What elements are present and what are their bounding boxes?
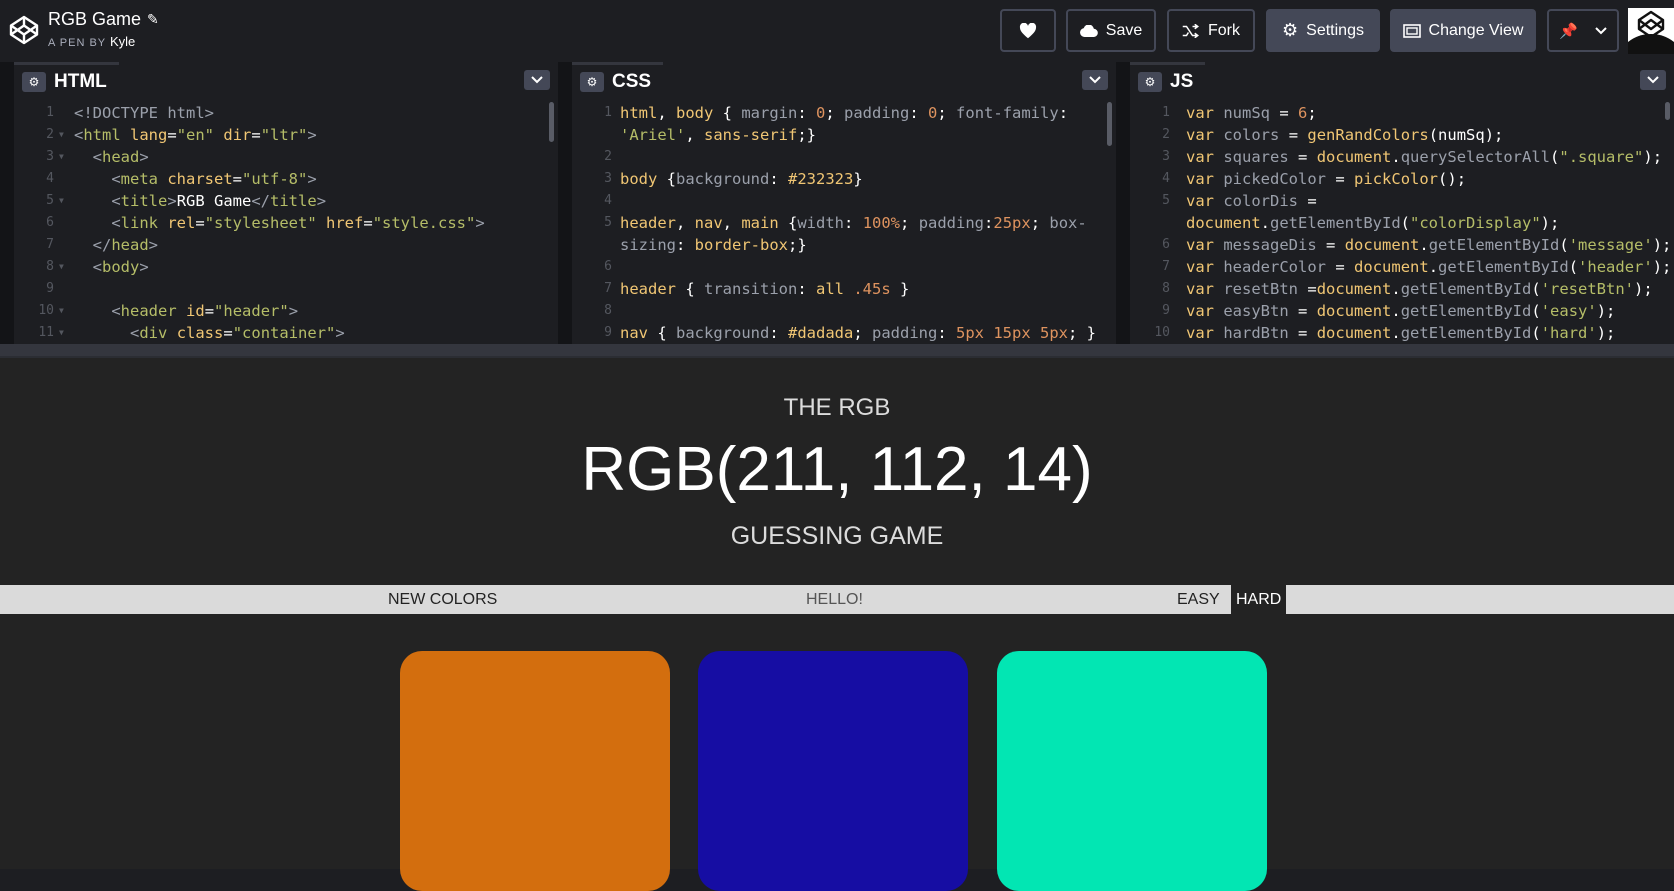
collapse-chevron-icon[interactable]: [1640, 70, 1666, 90]
preview-pane: THE RGB RGB(211, 112, 14) GUESSING GAME …: [0, 358, 1674, 891]
gear-icon: ⚙: [1282, 20, 1299, 40]
color-square[interactable]: [400, 651, 670, 891]
pen-title[interactable]: RGB Game: [48, 9, 141, 30]
change-view-button[interactable]: Change View: [1390, 9, 1536, 52]
editor-settings-gear-icon[interactable]: ⚙: [1138, 71, 1162, 92]
resize-gutter[interactable]: [0, 62, 14, 344]
heart-icon: [1019, 22, 1037, 38]
header-line-1: THE RGB: [783, 394, 891, 421]
pin-menu-button[interactable]: 📌: [1547, 9, 1619, 52]
html-editor-tab: ⚙ HTML: [14, 62, 119, 98]
css-editor-title: CSS: [612, 70, 652, 92]
collapse-chevron-icon[interactable]: [524, 70, 550, 90]
save-button[interactable]: Save: [1066, 9, 1156, 52]
new-colors-button[interactable]: NEW COLORS: [383, 585, 502, 614]
save-label: Save: [1105, 21, 1143, 39]
css-editor-header: ⚙ CSS: [572, 62, 1116, 98]
user-avatar[interactable]: [1628, 8, 1674, 54]
pen-title-block: RGB Game ✎ A PEN BY Kyle: [48, 9, 159, 49]
color-square[interactable]: [997, 651, 1267, 891]
editor-area: ⚙ HTML 1 <!DOCTYPE html> 2 ▼ <html lang="en…: [0, 62, 1674, 344]
js-editor-title: JS: [1170, 70, 1194, 92]
html-code[interactable]: 1 <!DOCTYPE html> 2 ▼ <html lang="en" dir="…: [14, 98, 558, 344]
change-view-label: Change View: [1428, 21, 1524, 39]
color-square[interactable]: [698, 651, 968, 891]
js-code[interactable]: 1 var numSq = 6; 2 var colors = genRandCol…: [1130, 98, 1674, 344]
color-display: RGB(211, 112, 14): [581, 435, 1093, 504]
css-editor: ⚙ CSS 1 html, body { margin: 0; padding: …: [572, 62, 1116, 344]
love-button[interactable]: [1000, 9, 1056, 52]
cloud-icon: [1079, 24, 1098, 37]
css-code[interactable]: 1 html, body { margin: 0; padding: 0; fon…: [572, 98, 1116, 344]
game-nav: NEW COLORS HELLO! EASY HARD: [0, 585, 1674, 614]
hard-button[interactable]: HARD: [1231, 585, 1287, 614]
top-bar: RGB Game ✎ A PEN BY Kyle Save Fork ⚙ Set…: [0, 0, 1674, 62]
codepen-logo-icon[interactable]: [8, 14, 40, 46]
message-text: HELLO!: [806, 591, 863, 608]
html-scrollbar[interactable]: [549, 102, 554, 142]
css-scrollbar[interactable]: [1107, 102, 1112, 146]
header-line-3: GUESSING GAME: [730, 522, 944, 550]
preview-resize-bar[interactable]: [0, 344, 1674, 358]
html-editor-header: ⚙ HTML: [14, 62, 558, 98]
js-editor-tab: ⚙ JS: [1130, 62, 1206, 98]
squares-container: [0, 614, 1674, 891]
layout-icon: [1402, 23, 1421, 38]
fork-icon: [1182, 23, 1199, 38]
easy-button[interactable]: EASY: [1172, 585, 1225, 614]
collapse-chevron-icon[interactable]: [1082, 70, 1108, 90]
js-editor-header: ⚙ JS: [1130, 62, 1674, 98]
editor-settings-gear-icon[interactable]: ⚙: [22, 71, 46, 92]
chevron-down-icon[interactable]: [1595, 26, 1607, 35]
avatar-image: [1628, 8, 1674, 54]
fork-label: Fork: [1208, 21, 1240, 39]
html-editor: ⚙ HTML 1 <!DOCTYPE html> 2 ▼ <html lang="en…: [14, 62, 558, 344]
pen-by-label: A PEN BY: [48, 37, 106, 49]
settings-button[interactable]: ⚙ Settings: [1266, 9, 1380, 52]
resize-gutter[interactable]: [558, 62, 572, 344]
fork-button[interactable]: Fork: [1167, 9, 1255, 52]
js-scrollbar[interactable]: [1665, 102, 1670, 120]
html-editor-title: HTML: [54, 70, 107, 92]
edit-pencil-icon[interactable]: ✎: [147, 11, 159, 28]
game-header: THE RGB RGB(211, 112, 14) GUESSING GAME: [0, 358, 1674, 585]
js-editor: ⚙ JS 1 var numSq = 6; 2 var colors = genRa…: [1130, 62, 1674, 344]
editor-settings-gear-icon[interactable]: ⚙: [580, 71, 604, 92]
pin-icon: 📌: [1559, 22, 1578, 40]
settings-label: Settings: [1306, 21, 1364, 39]
resize-gutter[interactable]: [1116, 62, 1130, 344]
author-link[interactable]: Kyle: [110, 34, 135, 49]
css-editor-tab: ⚙ CSS: [572, 62, 664, 98]
